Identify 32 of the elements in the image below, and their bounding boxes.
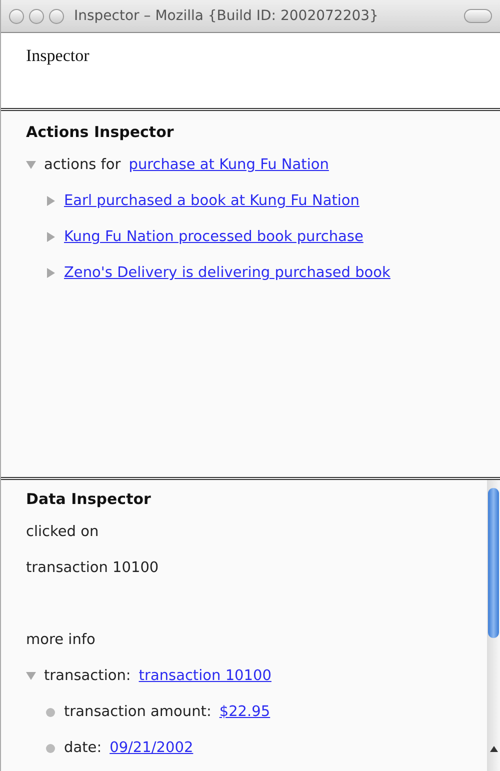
toolbar-toggle-button[interactable] bbox=[464, 9, 492, 23]
scroll-up-arrow-icon[interactable] bbox=[490, 746, 498, 752]
section-heading: Data Inspector bbox=[26, 490, 152, 510]
window-title: Inspector – Mozilla {Build ID: 2002072203} bbox=[74, 8, 380, 24]
tree-label: transaction: bbox=[44, 668, 131, 684]
scrollbar-thumb[interactable] bbox=[488, 488, 499, 638]
window-control-button[interactable] bbox=[9, 8, 24, 24]
field-label: date: bbox=[64, 740, 102, 756]
page-heading: Inspector bbox=[26, 46, 90, 65]
scrollbar[interactable] bbox=[487, 480, 500, 771]
clicked-label: clicked on bbox=[26, 524, 99, 540]
expand-triangle-icon[interactable] bbox=[46, 196, 56, 206]
field-label: transaction amount: bbox=[64, 704, 212, 720]
action-link[interactable]: purchase at Kung Fu Nation bbox=[128, 157, 329, 173]
section-heading: Actions Inspector bbox=[26, 123, 175, 143]
clicked-value: transaction 10100 bbox=[26, 560, 159, 576]
data-link[interactable]: $22.95 bbox=[219, 704, 270, 720]
data-link[interactable]: transaction 10100 bbox=[138, 668, 272, 684]
more-info-label: more info bbox=[26, 632, 96, 648]
window-control-button[interactable] bbox=[29, 8, 44, 24]
collapse-triangle-icon[interactable] bbox=[26, 160, 36, 170]
expand-triangle-icon[interactable] bbox=[46, 268, 56, 278]
bullet-icon bbox=[46, 744, 55, 752]
data-link[interactable]: 09/21/2002 bbox=[110, 740, 194, 756]
window-control-button[interactable] bbox=[49, 8, 64, 24]
bullet-icon bbox=[46, 708, 55, 716]
action-link[interactable]: Zeno's Delivery is delivering purchased book bbox=[64, 265, 390, 281]
action-link[interactable]: Kung Fu Nation processed book purchase bbox=[64, 229, 364, 245]
tree-label: actions for bbox=[44, 157, 121, 173]
action-link[interactable]: Earl purchased a book at Kung Fu Nation bbox=[64, 193, 360, 209]
expand-triangle-icon[interactable] bbox=[46, 232, 56, 242]
collapse-triangle-icon[interactable] bbox=[26, 671, 36, 681]
